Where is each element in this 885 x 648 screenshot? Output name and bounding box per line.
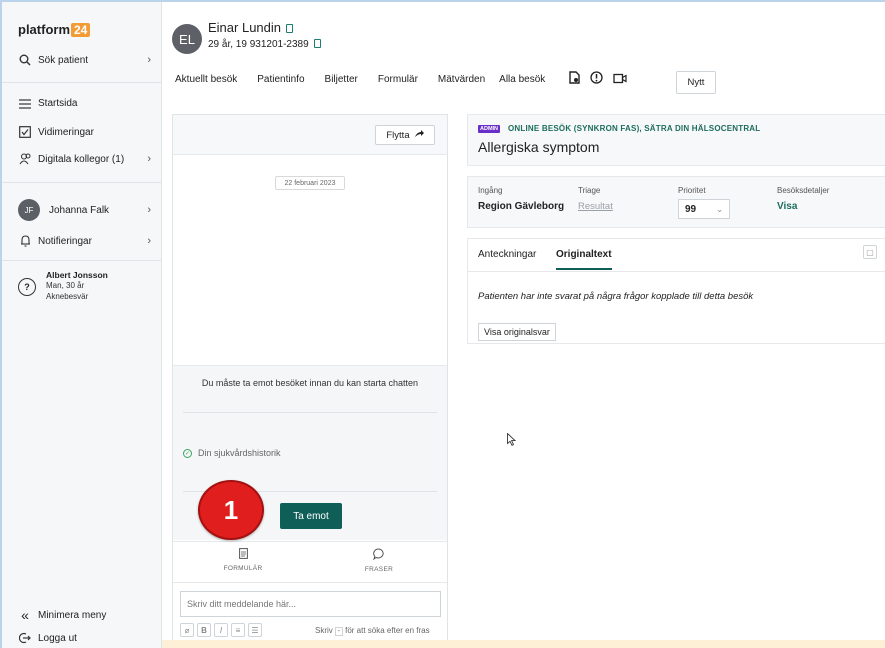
copy-icon[interactable]: ▢	[863, 245, 877, 259]
chat-panel: Flytta 22 februari 2023 Du måste ta emot…	[172, 114, 448, 648]
sidebar: platform 24 Sök patient › Startsida Vidim…	[2, 2, 162, 648]
check-circle-icon: ✓	[183, 448, 192, 458]
tab-biljetter[interactable]: Biljetter	[325, 74, 358, 85]
bullet-list-icon[interactable]: ≡	[231, 623, 245, 637]
checkbox-icon	[18, 126, 32, 138]
move-button[interactable]: Flytta	[375, 125, 435, 145]
users-icon	[18, 153, 32, 165]
bold-icon[interactable]: B	[197, 623, 211, 637]
logout-button[interactable]: Logga ut	[18, 632, 151, 644]
accept-message: Du måste ta emot besöket innan du kan st…	[201, 378, 419, 388]
action-icons	[569, 71, 637, 87]
patient-nav: Aktuellt besök Patientinfo Biljetter For…	[175, 71, 637, 87]
accept-visit-button[interactable]: Ta emot	[280, 503, 342, 529]
chevron-right-icon: ›	[147, 54, 151, 66]
new-button[interactable]: Nytt	[676, 71, 716, 94]
sidebar-item-notifieringar[interactable]: Notifieringar ›	[18, 235, 151, 247]
no-answers-message: Patienten har inte svarat på några frågo…	[478, 291, 754, 302]
phrase-hint: Skriv - för att söka efter en fras	[315, 626, 430, 636]
priority-field: Prioritet 99 ⌄	[678, 186, 730, 219]
sidebar-item-digitala-kollegor[interactable]: Digitala kollegor (1) ›	[18, 153, 151, 165]
chevron-right-icon: ›	[147, 153, 151, 165]
divider	[2, 82, 161, 83]
user-menu[interactable]: JF Johanna Falk ›	[18, 199, 151, 221]
mouse-cursor-icon	[507, 432, 517, 449]
double-chevron-left-icon: «	[21, 607, 29, 623]
attach-icon[interactable]: ⌀	[180, 623, 194, 637]
bottom-strip	[162, 640, 885, 648]
admin-badge: ADMIN	[478, 125, 501, 133]
patient-avatar: EL	[172, 24, 202, 54]
search-icon	[18, 54, 32, 66]
tab-matvarden[interactable]: Mätvärden	[438, 74, 485, 85]
chevron-right-icon: ›	[147, 235, 151, 247]
visit-info-row: Ingång Region Gävleborg Triage Resultat …	[467, 176, 885, 228]
divider	[183, 412, 437, 413]
step-badge: 1	[198, 480, 264, 540]
visit-header: ADMIN ONLINE BESÖK (SYNKRON FAS), SÄTRA …	[467, 114, 885, 166]
patient-queue-card[interactable]: ? Albert Jonsson Man, 30 år Aknebesvär	[18, 270, 158, 302]
copy-icon[interactable]	[313, 39, 321, 48]
notes-panel: Anteckningar Originaltext ▢ Patienten ha…	[467, 238, 885, 344]
avatar: JF	[18, 199, 40, 221]
minimize-menu-button[interactable]: « Minimera meny	[18, 607, 151, 623]
visit-details-field: Besöksdetaljer Visa	[777, 186, 830, 212]
tab-formular[interactable]: Formulär	[378, 74, 418, 85]
tab-aktuellt-besok[interactable]: Aktuellt besök	[175, 74, 237, 85]
sidebar-item-vidimeringar[interactable]: Vidimeringar	[18, 126, 151, 138]
logout-icon	[18, 632, 32, 644]
tab-patientinfo[interactable]: Patientinfo	[257, 74, 304, 85]
document-icon[interactable]	[569, 71, 580, 87]
chevron-down-icon: ⌄	[716, 204, 723, 214]
video-icon[interactable]	[613, 72, 627, 87]
tab-alla-besok[interactable]: Alla besök	[499, 74, 545, 85]
divider	[468, 271, 885, 272]
tab-originaltext[interactable]: Originaltext	[556, 249, 612, 270]
visit-meta: ONLINE BESÖK (SYNKRON FAS), SÄTRA DIN HÄ…	[508, 124, 761, 133]
copy-icon[interactable]	[286, 24, 293, 33]
chat-toolbar: Flytta	[173, 115, 447, 155]
chevron-right-icon: ›	[147, 204, 151, 216]
search-patient-item[interactable]: Sök patient ›	[18, 54, 151, 66]
history-item[interactable]: ✓ Din sjukvårdshistorik	[183, 448, 281, 458]
ingang-field: Ingång Region Gävleborg	[478, 186, 565, 212]
form-icon	[203, 548, 283, 562]
format-toolbar: ⌀ B I ≡ ☰	[180, 623, 265, 637]
triage-field: Triage Resultat	[578, 186, 613, 212]
bell-icon	[18, 235, 32, 247]
message-input[interactable]: Skriv ditt meddelande här...	[180, 591, 441, 617]
patient-id: 29 år, 19 931201-2389	[208, 38, 321, 50]
divider	[2, 260, 161, 261]
sidebar-item-startsida[interactable]: Startsida	[18, 98, 151, 109]
logo[interactable]: platform 24	[18, 22, 91, 37]
question-arrow-icon: ?	[18, 278, 36, 296]
phrases-tool-button[interactable]: FRASER	[339, 548, 419, 573]
italic-icon[interactable]: I	[214, 623, 228, 637]
chat-tools: FORMULÄR FRASER	[173, 541, 447, 583]
arrow-right-icon	[414, 129, 424, 141]
patient-name: Einar Lundin	[208, 20, 293, 35]
numbered-list-icon[interactable]: ☰	[248, 623, 262, 637]
alert-icon[interactable]	[590, 71, 603, 87]
form-tool-button[interactable]: FORMULÄR	[203, 548, 283, 572]
speech-bubble-icon	[339, 548, 419, 563]
priority-select[interactable]: 99 ⌄	[678, 199, 730, 219]
show-details-link[interactable]: Visa	[777, 201, 829, 212]
divider	[2, 182, 161, 183]
tab-anteckningar[interactable]: Anteckningar	[478, 249, 536, 260]
triage-result-link[interactable]: Resultat	[578, 201, 613, 212]
list-icon	[18, 98, 32, 109]
date-chip: 22 februari 2023	[275, 176, 345, 190]
visit-title: Allergiska symptom	[478, 139, 600, 155]
show-original-button[interactable]: Visa originalsvar	[478, 323, 556, 341]
